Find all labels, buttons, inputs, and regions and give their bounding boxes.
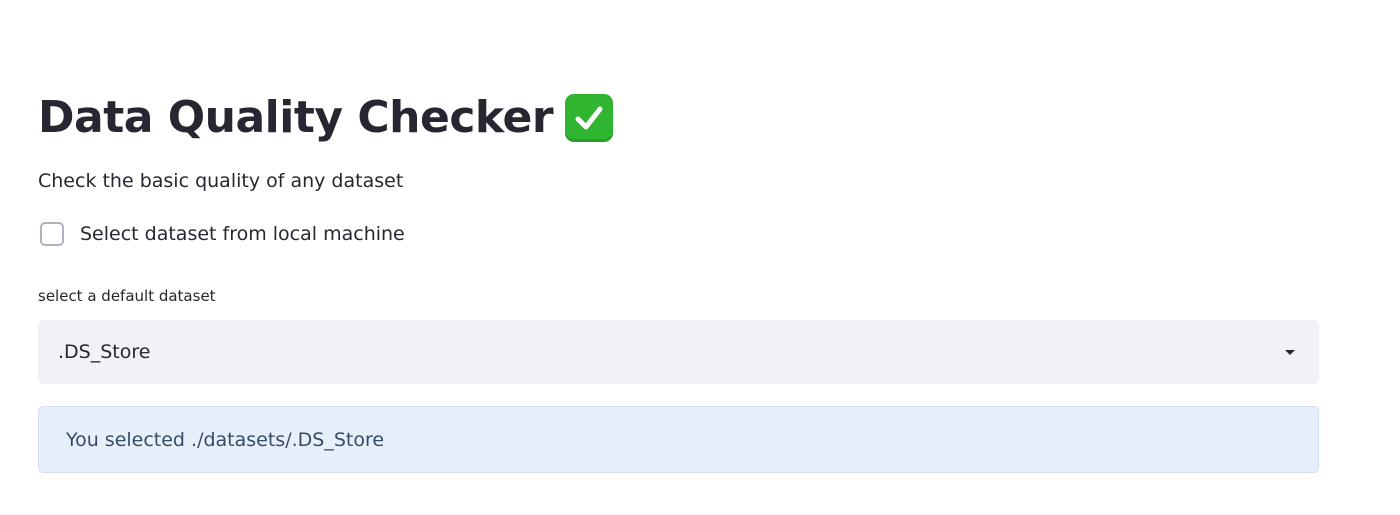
dataset-select-value[interactable]: .DS_Store (58, 341, 1285, 363)
local-dataset-checkbox[interactable]: Select dataset from local machine (40, 222, 405, 246)
checkbox-box[interactable] (40, 222, 64, 246)
dataset-select-label: select a default dataset (38, 287, 216, 305)
checkmark-glyph (575, 106, 603, 130)
caret-down-icon[interactable] (1285, 349, 1295, 355)
info-alert-text: You selected ./datasets/.DS_Store (66, 428, 385, 451)
page-subtitle: Check the basic quality of any dataset (38, 170, 404, 192)
page-title: Data Quality Checker (38, 92, 554, 143)
dataset-select[interactable]: .DS_Store (38, 320, 1319, 384)
app-page: Data Quality Checker Check the basic qua… (0, 0, 1400, 515)
checkbox-label[interactable]: Select dataset from local machine (80, 223, 405, 245)
check-mark-button-icon (565, 94, 614, 142)
title-row: Data Quality Checker (38, 86, 614, 150)
info-alert: You selected ./datasets/.DS_Store (38, 406, 1319, 473)
